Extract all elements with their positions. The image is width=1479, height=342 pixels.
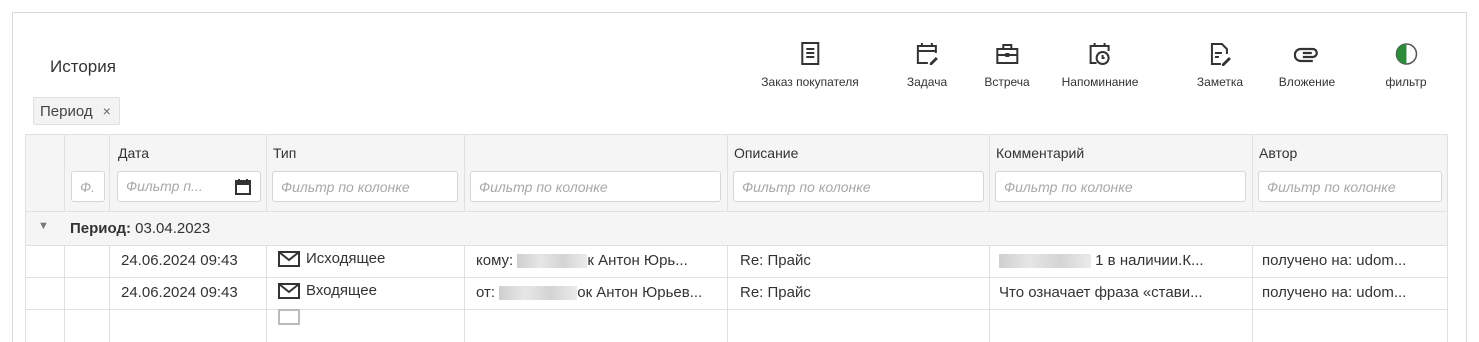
column-divider xyxy=(266,246,267,342)
row-party-suffix: ок Антон Юрьев... xyxy=(577,284,703,301)
history-table: Дата Тип Описание Комментарий Автор Филь… xyxy=(25,134,1448,342)
collapse-arrow-icon[interactable]: ▼ xyxy=(38,220,49,232)
document-list-icon xyxy=(800,42,819,65)
row-comment-text: 1 в наличии.К... xyxy=(1095,252,1204,269)
row-author: получено на: udom... xyxy=(1262,284,1407,301)
row-type: Входящее xyxy=(278,282,377,300)
column-divider xyxy=(727,246,728,342)
column-divider xyxy=(64,134,65,212)
column-divider xyxy=(1252,134,1253,212)
envelope-icon xyxy=(278,251,300,268)
row-type-label: Входящее xyxy=(306,282,377,299)
note-label: Заметка xyxy=(1196,75,1244,89)
row-party-prefix: от: xyxy=(476,284,496,301)
filter-comment-input[interactable] xyxy=(995,171,1246,202)
meeting-button[interactable]: Встреча xyxy=(984,41,1030,89)
column-divider xyxy=(1252,246,1253,342)
column-divider xyxy=(109,134,110,212)
row-author: получено на: udom... xyxy=(1262,252,1407,269)
calendar-icon[interactable] xyxy=(234,178,252,196)
filter-type-input[interactable] xyxy=(272,171,458,202)
filter-toggle[interactable]: фильтр xyxy=(1385,41,1427,89)
row-date: 24.06.2024 09:43 xyxy=(121,284,238,301)
column-divider xyxy=(64,246,65,342)
period-chip-label: Период xyxy=(40,102,93,120)
filter-description-input[interactable] xyxy=(733,171,984,202)
period-chip: Период × xyxy=(33,97,120,125)
filter-date-input[interactable]: Фильтр п... xyxy=(117,171,261,202)
calendar-edit-icon xyxy=(916,43,938,65)
group-label: Период: 03.04.2023 xyxy=(70,220,210,237)
toolbar: Заказ покупателя Задача Встреча Напомина… xyxy=(13,41,1466,93)
row-date: 24.06.2024 09:43 xyxy=(121,252,238,269)
attachment-label: Вложение xyxy=(1278,75,1336,89)
column-date[interactable]: Дата xyxy=(118,145,149,161)
redacted-block xyxy=(499,286,578,301)
table-row[interactable]: 24.06.2024 09:43 Входящее от: ок Антон Ю… xyxy=(26,278,1447,310)
customer-order-button[interactable]: Заказ покупателя xyxy=(761,41,859,89)
close-icon[interactable]: × xyxy=(103,103,111,119)
table-row[interactable]: 24.06.2024 09:43 Исходящее кому: к Антон… xyxy=(26,246,1447,278)
table-header: Дата Тип Описание Комментарий Автор Филь… xyxy=(26,134,1447,212)
note-edit-icon xyxy=(1210,43,1231,66)
group-label-title: Период: xyxy=(70,220,131,237)
filter-author-input[interactable] xyxy=(1258,171,1442,202)
row-comment: 1 в наличии.К... xyxy=(999,252,1244,269)
note-button[interactable]: Заметка xyxy=(1197,41,1243,89)
row-type: Исходящее xyxy=(278,250,385,268)
toggle-icon xyxy=(1395,43,1417,65)
paperclip-icon xyxy=(1293,47,1319,63)
filter-toggle-label: фильтр xyxy=(1385,75,1427,89)
group-row-period[interactable]: ▼ Период: 03.04.2023 xyxy=(26,212,1447,246)
attachment-button[interactable]: Вложение xyxy=(1279,41,1335,89)
calendar-clock-icon xyxy=(1090,43,1110,65)
column-divider xyxy=(464,134,465,212)
row-type-label: Исходящее xyxy=(306,250,386,267)
task-button[interactable]: Задача xyxy=(907,41,947,89)
row-description: Re: Прайс xyxy=(740,284,811,301)
briefcase-icon xyxy=(996,44,1018,64)
filter-party-input[interactable] xyxy=(470,171,721,202)
column-divider xyxy=(109,246,110,342)
reminder-label: Напоминание xyxy=(1061,75,1139,89)
column-divider xyxy=(989,134,990,212)
row-party: кому: к Антон Юрь... xyxy=(476,252,716,269)
redacted-block xyxy=(999,254,1091,269)
redacted-block xyxy=(517,254,588,269)
group-label-value: 03.04.2023 xyxy=(135,220,211,237)
column-author[interactable]: Автор xyxy=(1259,145,1297,161)
column-comment[interactable]: Комментарий xyxy=(996,145,1084,161)
column-type[interactable]: Тип xyxy=(273,145,296,161)
column-divider xyxy=(266,134,267,212)
column-divider xyxy=(464,246,465,342)
column-divider xyxy=(727,134,728,212)
filter-date-placeholder: Фильтр п... xyxy=(126,178,203,194)
reminder-button[interactable]: Напоминание xyxy=(1061,41,1139,89)
row-description: Re: Прайс xyxy=(740,252,811,269)
envelope-icon xyxy=(278,309,300,325)
column-divider xyxy=(989,246,990,342)
row-comment: Что означает фраза «стави... xyxy=(999,284,1203,301)
column-description[interactable]: Описание xyxy=(734,145,798,161)
row-party: от: ок Антон Юрьев... xyxy=(476,284,716,301)
envelope-icon xyxy=(278,283,300,300)
task-label: Задача xyxy=(906,75,948,89)
filter-number-input[interactable] xyxy=(71,171,105,202)
row-party-suffix: к Антон Юрь... xyxy=(587,252,688,269)
table-row[interactable] xyxy=(26,309,1447,342)
customer-order-label: Заказ покупателя xyxy=(761,75,859,89)
meeting-label: Встреча xyxy=(984,75,1030,89)
row-party-prefix: кому: xyxy=(476,252,514,269)
